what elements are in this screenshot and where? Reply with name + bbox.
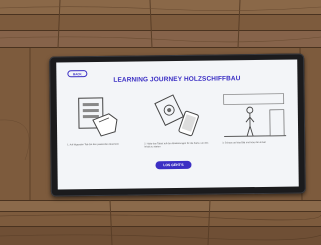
step-3-caption: 3. Schaue auf das Bild und höre den Inha… [222, 141, 266, 145]
photo-scene: BACK LEARNING JOURNEY HOLZSCHIFFBAU 1. A… [0, 0, 321, 245]
step-1-caption: 1. Auf folgenden Tab-Sie den passenden A… [67, 143, 119, 147]
step-1: 1. Auf folgenden Tab-Sie den passenden A… [65, 92, 136, 153]
step-3: 3. Schaue auf das Bild und höre den Inha… [220, 90, 291, 151]
hand-tablet-icon [78, 97, 118, 137]
page-title: LEARNING JOURNEY HOLZSCHIFFBAU [113, 75, 241, 84]
step-2-caption: 2. Halte das Tablet auf den Markierungen… [144, 142, 209, 149]
person-standing-icon [223, 93, 287, 137]
touchscreen-display: BACK LEARNING JOURNEY HOLZSCHIFFBAU 1. A… [49, 53, 306, 197]
instruction-steps: 1. Auf folgenden Tab-Sie den passenden A… [65, 90, 291, 153]
screen-content: BACK LEARNING JOURNEY HOLZSCHIFFBAU 1. A… [56, 59, 299, 190]
phone-nfc-icon [154, 94, 199, 137]
step-2: 2. Halte das Tablet auf den Markierungen… [142, 91, 213, 152]
start-button[interactable]: LOS GEHT'S [155, 160, 192, 170]
